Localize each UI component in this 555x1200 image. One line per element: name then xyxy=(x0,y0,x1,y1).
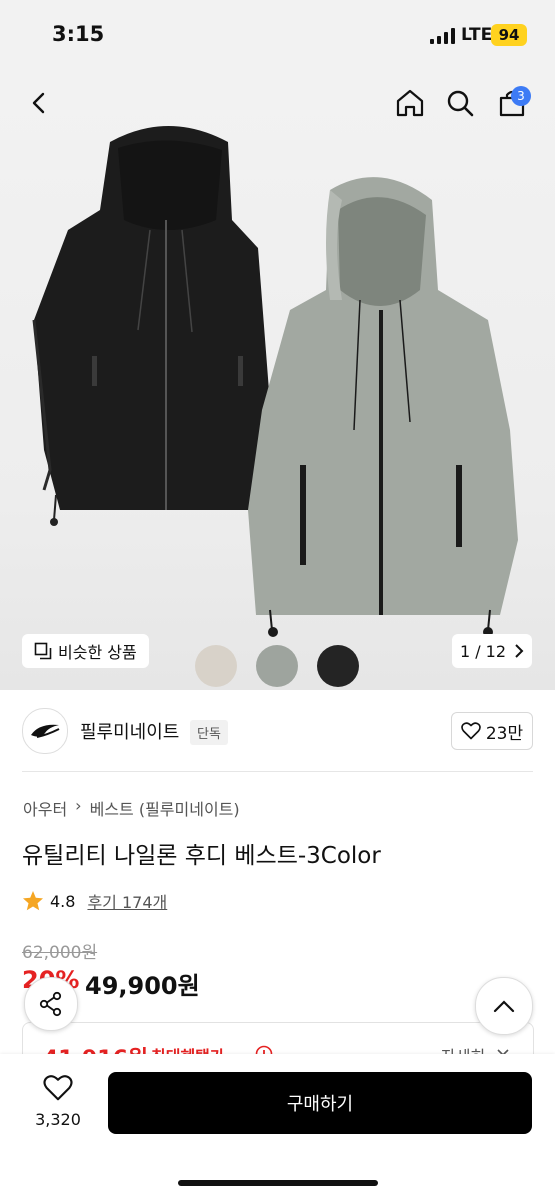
chevron-up-icon xyxy=(493,1000,515,1013)
image-counter[interactable]: 1 / 12 xyxy=(452,634,532,668)
product-image-gallery[interactable] xyxy=(0,70,555,690)
original-price: 62,000원 xyxy=(22,943,98,963)
brand-name[interactable]: 필루미네이트 xyxy=(80,718,179,744)
chevron-right-icon xyxy=(515,644,524,658)
color-swatch-black[interactable] xyxy=(317,645,359,687)
battery-indicator: 94 xyxy=(491,24,527,46)
review-link[interactable]: 후기 174개 xyxy=(87,889,167,913)
color-swatch-grey[interactable] xyxy=(256,645,298,687)
search-icon xyxy=(447,90,474,117)
breadcrumb-item-vest[interactable]: 베스트 (필루미네이트) xyxy=(90,796,240,820)
color-swatch-beige[interactable] xyxy=(195,645,237,687)
buy-button[interactable]: 구매하기 xyxy=(108,1072,532,1134)
black-vest-illustration xyxy=(32,126,272,526)
rating-value: 4.8 xyxy=(50,891,76,911)
similar-icon xyxy=(34,642,52,660)
cart-count-badge: 3 xyxy=(511,86,531,106)
scroll-top-button[interactable] xyxy=(475,977,533,1035)
similar-products-button[interactable]: 비슷한 상품 xyxy=(22,634,149,668)
share-icon xyxy=(39,991,62,1017)
home-icon xyxy=(396,89,424,117)
network-label: LTE xyxy=(461,25,493,45)
rating-row: 4.8 후기 174개 xyxy=(22,889,167,913)
breadcrumb-item-outer[interactable]: 아우터 xyxy=(23,796,67,820)
heart-icon xyxy=(43,1075,73,1101)
product-like-count: 3,320 xyxy=(35,1110,81,1129)
chevron-left-icon xyxy=(32,92,45,114)
similar-products-label: 비슷한 상품 xyxy=(58,643,137,662)
sale-price: 49,900원 xyxy=(85,972,200,1000)
search-button[interactable] xyxy=(440,83,480,123)
exclusive-badge: 단독 xyxy=(190,720,228,745)
breadcrumb-separator-icon: › xyxy=(75,796,82,815)
breadcrumb: 아우터 › 베스트 (필루미네이트) xyxy=(23,796,240,820)
home-indicator xyxy=(178,1180,378,1186)
share-button[interactable] xyxy=(24,977,78,1031)
signal-icon xyxy=(430,28,456,48)
home-button[interactable] xyxy=(390,83,430,123)
divider xyxy=(22,771,533,772)
product-title: 유틸리티 나일론 후디 베스트-3Color xyxy=(22,843,381,869)
product-image xyxy=(32,126,518,637)
status-time: 3:15 xyxy=(52,22,105,46)
brand-like-button[interactable]: 23만 xyxy=(451,712,533,750)
back-button[interactable] xyxy=(20,83,60,123)
grey-vest-illustration xyxy=(248,177,518,637)
image-counter-text: 1 / 12 xyxy=(459,641,507,661)
brand-logo[interactable] xyxy=(22,708,68,754)
product-like-button[interactable]: 3,320 xyxy=(30,1074,86,1129)
brand-logo-mark xyxy=(31,724,60,738)
brand-like-count: 23만 xyxy=(485,723,524,744)
heart-icon xyxy=(461,722,481,740)
star-icon xyxy=(23,891,43,911)
